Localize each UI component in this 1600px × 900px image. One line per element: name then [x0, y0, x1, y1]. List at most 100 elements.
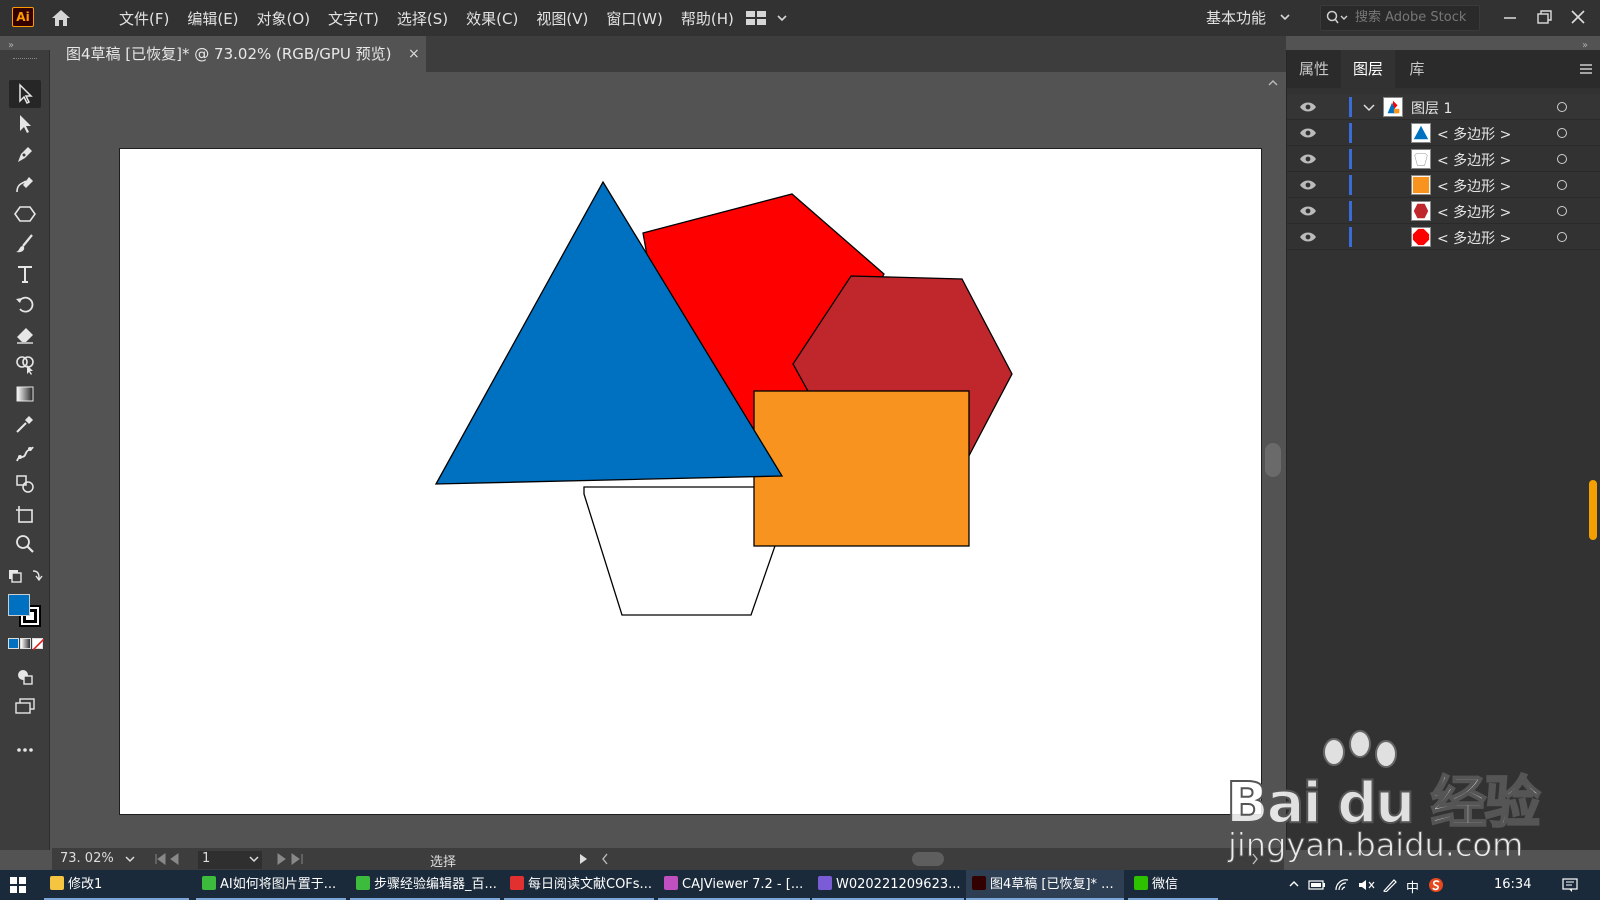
sublayer-row[interactable]: < 多边形 >: [1287, 198, 1600, 224]
minimize-icon[interactable]: [1498, 6, 1522, 28]
artboard-tool-icon[interactable]: [9, 500, 41, 528]
paintbrush-tool-icon[interactable]: [9, 230, 41, 258]
tab-properties[interactable]: 属性: [1287, 50, 1341, 88]
chevron-down-icon[interactable]: [1280, 12, 1290, 22]
layer-target-icon[interactable]: [1557, 102, 1567, 112]
color-mode-buttons[interactable]: [8, 638, 44, 650]
sublayer-row[interactable]: < 多边形 >: [1287, 224, 1600, 250]
visibility-eye-icon[interactable]: [1299, 101, 1317, 113]
taskbar-item[interactable]: CAJViewer 7.2 - [...: [658, 870, 810, 900]
close-window-icon[interactable]: [1566, 6, 1590, 28]
menu-type[interactable]: 文字(T): [319, 8, 388, 29]
menu-effect[interactable]: 效果(C): [457, 8, 527, 29]
rotate-tool-icon[interactable]: [9, 290, 41, 318]
first-previous-artboard-icon[interactable]: [152, 852, 200, 866]
taskbar-item[interactable]: W020221209623...: [812, 870, 964, 900]
vertical-scroll-thumb[interactable]: [1265, 443, 1281, 477]
artboard-dropdown-icon[interactable]: [248, 854, 260, 864]
eraser-tool-icon[interactable]: [9, 320, 41, 348]
taskbar-item[interactable]: 每日阅读文献COFs...: [504, 870, 654, 900]
shape-builder-tool-icon[interactable]: [9, 350, 41, 378]
none-mode-icon[interactable]: [32, 638, 44, 650]
taskbar-item[interactable]: 微信: [1128, 870, 1218, 900]
sublayer-row[interactable]: < 多边形 >: [1287, 120, 1600, 146]
symbol-sprayer-tool-icon[interactable]: [9, 470, 41, 498]
home-icon[interactable]: [50, 8, 72, 28]
windows-start-icon[interactable]: [10, 877, 26, 893]
workspace-switcher[interactable]: 基本功能: [1206, 7, 1266, 28]
curvature-tool-icon[interactable]: [9, 170, 41, 198]
scroll-left-icon[interactable]: [600, 852, 610, 866]
taskbar-item[interactable]: 图4草稿 [已恢复]* ...: [966, 870, 1124, 900]
fill-stroke-swatch[interactable]: [7, 593, 43, 627]
expand-chevron-icon[interactable]: [1363, 103, 1375, 112]
eyedropper-tool-icon[interactable]: [9, 410, 41, 438]
sublayer-name[interactable]: < 多边形 >: [1437, 228, 1511, 248]
status-menu-icon[interactable]: [578, 853, 588, 865]
visibility-eye-icon[interactable]: [1299, 231, 1317, 243]
taskbar-item[interactable]: 修改1: [44, 870, 189, 900]
taskbar-item[interactable]: AI如何将图片置于...: [196, 870, 346, 900]
visibility-eye-icon[interactable]: [1299, 153, 1317, 165]
notification-center-icon[interactable]: [1562, 878, 1578, 892]
type-tool-icon[interactable]: [9, 260, 41, 288]
taskbar-item[interactable]: 步骤经验编辑器_百...: [350, 870, 500, 900]
direct-selection-tool-icon[interactable]: [9, 110, 41, 138]
panel-menu-icon[interactable]: [1579, 63, 1593, 75]
horizontal-scroll-thumb[interactable]: [912, 852, 944, 866]
polygon-tool-icon[interactable]: [9, 200, 41, 228]
menu-file[interactable]: 文件(F): [110, 8, 178, 29]
puppet-warp-tool-icon[interactable]: [9, 440, 41, 468]
close-tab-icon[interactable]: ×: [408, 36, 420, 72]
sublayer-row[interactable]: < 多边形 >: [1287, 146, 1600, 172]
visibility-eye-icon[interactable]: [1299, 127, 1317, 139]
tab-libraries[interactable]: 库: [1395, 50, 1439, 88]
fill-swatch[interactable]: [8, 594, 30, 616]
layer-name[interactable]: 图层 1: [1411, 98, 1452, 118]
more-tools-icon[interactable]: [9, 736, 41, 764]
gradient-tool-icon[interactable]: [9, 380, 41, 408]
next-last-artboard-icon[interactable]: [274, 852, 308, 866]
zoom-dropdown-icon[interactable]: [124, 854, 136, 864]
document-tab[interactable]: 图4草稿 [已恢复]* @ 73.02% (RGB/GPU 预览): [52, 36, 426, 72]
battery-icon[interactable]: [1308, 879, 1326, 891]
sublayer-name[interactable]: < 多边形 >: [1437, 176, 1511, 196]
zoom-level[interactable]: 73. 02%: [60, 851, 114, 866]
menu-select[interactable]: 选择(S): [388, 8, 457, 29]
tab-layers[interactable]: 图层: [1341, 50, 1395, 88]
gradient-mode-icon[interactable]: [20, 638, 31, 649]
toolbar-grip[interactable]: [13, 58, 37, 60]
color-mode-icon[interactable]: [8, 638, 19, 649]
sublayer-name[interactable]: < 多边形 >: [1437, 150, 1511, 170]
artboard[interactable]: [119, 148, 1262, 815]
sublayer-target-icon[interactable]: [1557, 232, 1567, 242]
arrange-documents-icon[interactable]: [746, 9, 790, 27]
restore-icon[interactable]: [1532, 6, 1556, 28]
screen-mode-icon[interactable]: [9, 692, 41, 720]
sublayer-target-icon[interactable]: [1557, 180, 1567, 190]
pen-tool-icon[interactable]: [9, 140, 41, 168]
swap-fill-stroke-icon[interactable]: [5, 562, 45, 590]
volume-muted-icon[interactable]: [1358, 878, 1376, 892]
sublayer-target-icon[interactable]: [1557, 206, 1567, 216]
sogou-ime-icon[interactable]: [1428, 877, 1444, 893]
menu-edit[interactable]: 编辑(E): [178, 8, 247, 29]
menu-help[interactable]: 帮助(H): [672, 8, 743, 29]
zoom-tool-icon[interactable]: [9, 530, 41, 558]
layer-row[interactable]: 图层 1: [1287, 94, 1600, 120]
wifi-icon[interactable]: [1334, 878, 1350, 892]
draw-mode-icon[interactable]: [9, 662, 41, 690]
pen-workspace-icon[interactable]: [1382, 878, 1398, 892]
ime-indicator[interactable]: 中: [1406, 877, 1419, 896]
visibility-eye-icon[interactable]: [1299, 205, 1317, 217]
panel-scroll-thumb[interactable]: [1589, 480, 1597, 540]
sublayer-target-icon[interactable]: [1557, 128, 1567, 138]
sublayer-name[interactable]: < 多边形 >: [1437, 124, 1511, 144]
clock[interactable]: 16:34: [1494, 877, 1531, 892]
orange-rectangle-shape[interactable]: [753, 390, 970, 547]
menu-window[interactable]: 窗口(W): [597, 8, 672, 29]
sublayer-name[interactable]: < 多边形 >: [1437, 202, 1511, 222]
menu-object[interactable]: 对象(O): [248, 8, 320, 29]
sublayer-row[interactable]: < 多边形 >: [1287, 172, 1600, 198]
sublayer-target-icon[interactable]: [1557, 154, 1567, 164]
